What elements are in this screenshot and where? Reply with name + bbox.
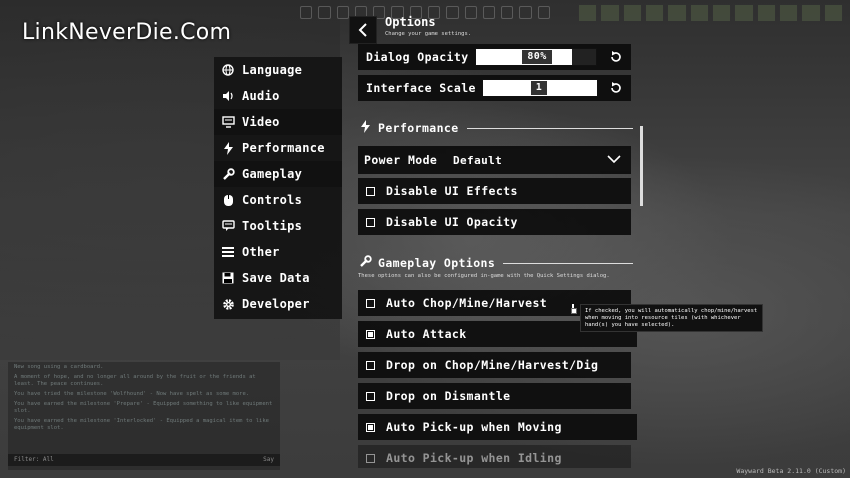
menu-item-label: Other	[242, 245, 280, 259]
menu-item-audio[interactable]: Audio	[214, 83, 342, 109]
panel-scrollbar[interactable]	[640, 126, 643, 206]
section-divider	[466, 127, 633, 129]
dialog-opacity-slider[interactable]: 80%	[475, 48, 597, 66]
checkbox[interactable]	[366, 217, 375, 227]
monitor-icon	[221, 115, 235, 129]
section-title: Performance	[378, 121, 459, 135]
chat-line: You have tried the milestone 'Wolfhound'…	[14, 391, 250, 397]
chat-filter[interactable]: Filter: All	[14, 456, 54, 464]
reset-icon[interactable]	[609, 50, 623, 64]
chat-line: You have earned the milestone 'Prepare' …	[14, 401, 273, 414]
menu-item-video[interactable]: Video	[214, 109, 342, 135]
menu-item-performance[interactable]: Performance	[214, 135, 342, 161]
disable-ui-effects-row[interactable]: Disable UI Effects	[358, 178, 631, 204]
version-label: Wayward Beta 2.11.0 (Custom)	[736, 467, 846, 475]
menu-item-label: Tooltips	[242, 219, 303, 233]
speech-bubble-icon	[221, 219, 235, 233]
chat-line: You have earned the milestone 'Interlock…	[14, 418, 269, 431]
power-mode-select[interactable]: Default	[446, 149, 631, 171]
setting-label: Dialog Opacity	[366, 50, 469, 64]
menu-item-label: Language	[242, 63, 303, 77]
watermark: LinkNeverDie.Com	[22, 20, 232, 45]
auto-pickup-idling-row[interactable]: Auto Pick-up when Idling	[358, 445, 631, 468]
checkbox-label: Auto Pick-up when Moving	[386, 420, 562, 434]
checkbox-label: Auto Pick-up when Idling	[386, 451, 562, 465]
background-quickslots	[578, 4, 843, 22]
menu-item-label: Developer	[242, 297, 310, 311]
menu-item-label: Performance	[242, 141, 325, 155]
setting-label: Interface Scale	[366, 81, 476, 95]
menu-item-label: Controls	[242, 193, 303, 207]
lightning-icon	[358, 120, 372, 136]
menu-item-label: Save Data	[242, 271, 310, 285]
chat-input[interactable]: Filter: All Say	[8, 454, 280, 466]
checkbox[interactable]	[366, 298, 375, 308]
globe-icon	[221, 63, 235, 77]
gear-icon	[221, 297, 235, 311]
menu-item-label: Video	[242, 115, 280, 129]
drop-on-chop-row[interactable]: Drop on Chop/Mine/Harvest/Dig	[358, 352, 631, 378]
dialog-opacity-row: Dialog Opacity 80%	[358, 44, 631, 70]
wrench-icon	[358, 255, 372, 271]
checkbox[interactable]	[366, 391, 375, 401]
checkbox[interactable]	[366, 422, 375, 432]
power-mode-row: Power Mode Default	[358, 146, 631, 174]
checkbox-label: Auto Attack	[386, 327, 467, 341]
chevron-left-icon	[358, 23, 367, 37]
reset-icon[interactable]	[609, 81, 623, 95]
section-title: Gameplay Options	[378, 256, 496, 270]
checkbox-label: Drop on Dismantle	[386, 389, 511, 403]
chat-line: A moment of hope, and no longer all arou…	[14, 374, 256, 387]
chat-line: New song using a cardboard.	[14, 364, 104, 370]
mouse-icon	[221, 193, 235, 207]
page-subtitle: Change your game settings.	[385, 31, 472, 37]
auto-pickup-moving-row[interactable]: Auto Pick-up when Moving	[358, 414, 637, 440]
menu-item-controls[interactable]: Controls	[214, 187, 342, 213]
section-note: These options can also be configured in-…	[358, 273, 610, 279]
list-icon	[221, 245, 235, 259]
hand-cursor-icon	[571, 304, 577, 314]
section-divider	[503, 262, 633, 264]
chat-say[interactable]: Say	[263, 456, 274, 464]
checkbox-label: Disable UI Opacity	[386, 215, 518, 229]
options-panel: Dialog Opacity 80% Interface Scale 1 Per…	[349, 44, 644, 468]
menu-item-tooltips[interactable]: Tooltips	[214, 213, 342, 239]
checkbox[interactable]	[366, 360, 375, 370]
checkbox[interactable]	[366, 329, 375, 339]
menu-item-save-data[interactable]: Save Data	[214, 265, 342, 291]
options-menu: Language Audio Video Performance Gamepla…	[214, 57, 342, 319]
floppy-disk-icon	[221, 271, 235, 285]
checkbox[interactable]	[366, 186, 375, 196]
tooltip: If checked, you will automatically chop/…	[580, 304, 763, 332]
checkbox-label: Disable UI Effects	[386, 184, 518, 198]
interface-scale-slider[interactable]: 1	[482, 79, 598, 97]
checkbox-label: Drop on Chop/Mine/Harvest/Dig	[386, 358, 599, 372]
back-button[interactable]	[349, 16, 377, 44]
speaker-icon	[221, 89, 235, 103]
lightning-icon	[221, 141, 235, 155]
page-title: Options	[385, 15, 436, 29]
gameplay-section-header: Gameplay Options	[358, 255, 633, 271]
menu-item-gameplay[interactable]: Gameplay	[214, 161, 342, 187]
menu-item-developer[interactable]: Developer	[214, 291, 342, 317]
checkbox-label: Auto Chop/Mine/Harvest	[386, 296, 548, 310]
menu-item-language[interactable]: Language	[214, 57, 342, 83]
select-value: Default	[453, 153, 503, 167]
menu-item-label: Gameplay	[242, 167, 303, 181]
wrench-icon	[221, 167, 235, 181]
disable-ui-opacity-row[interactable]: Disable UI Opacity	[358, 209, 631, 235]
drop-on-dismantle-row[interactable]: Drop on Dismantle	[358, 383, 631, 409]
menu-item-other[interactable]: Other	[214, 239, 342, 265]
performance-section-header: Performance	[358, 120, 633, 136]
slider-value: 80%	[522, 50, 552, 64]
setting-label: Power Mode	[364, 153, 438, 167]
checkbox[interactable]	[366, 453, 375, 463]
menu-item-label: Audio	[242, 89, 280, 103]
chevron-down-icon	[607, 155, 621, 164]
slider-value: 1	[531, 81, 547, 95]
interface-scale-row: Interface Scale 1	[358, 75, 631, 101]
